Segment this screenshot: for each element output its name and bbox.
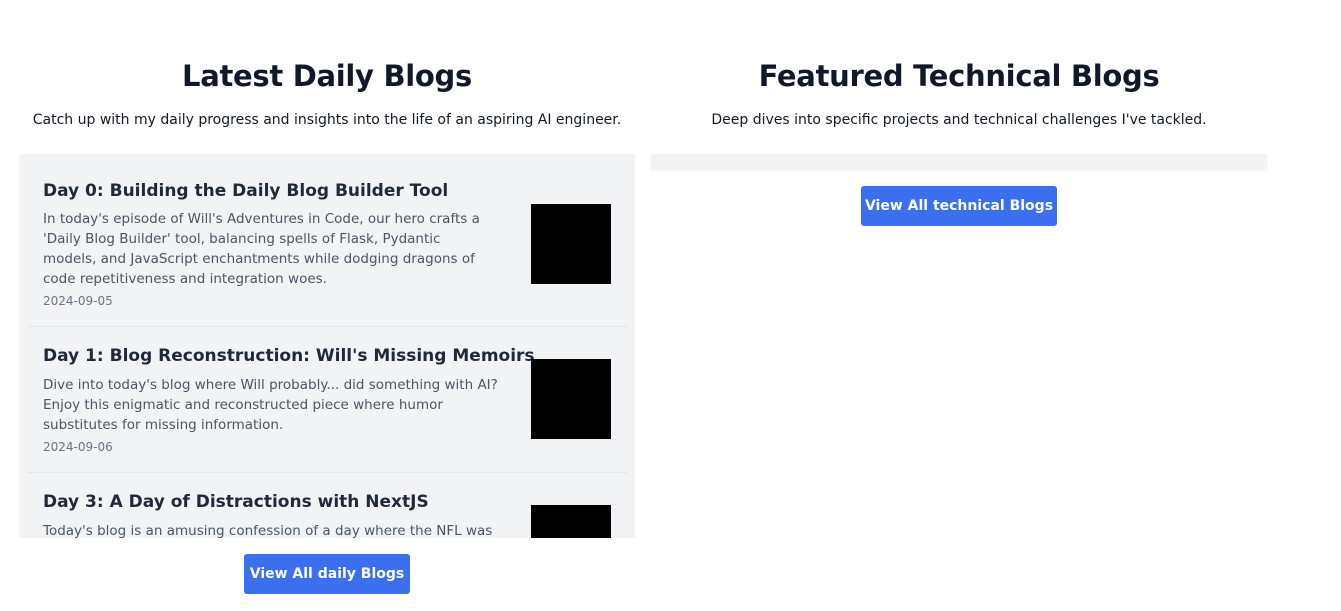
blog-post-thumbnail[interactable] xyxy=(531,505,611,538)
blog-post-summary: Today's blog is an amusing confession of… xyxy=(43,523,493,538)
blog-post-title[interactable]: Day 0: Building the Daily Blog Builder T… xyxy=(43,179,513,203)
blog-post-thumbnail[interactable] xyxy=(531,359,611,439)
daily-blogs-title: Latest Daily Blogs xyxy=(182,59,472,93)
blog-post-card[interactable]: Day 0: Building the Daily Blog Builder T… xyxy=(27,154,627,327)
technical-blogs-title: Featured Technical Blogs xyxy=(758,59,1160,93)
blog-post-title[interactable]: Day 1: Blog Reconstruction: Will's Missi… xyxy=(43,344,535,368)
blog-post-summary: Dive into today's blog where Will probab… xyxy=(43,377,498,433)
daily-blogs-list[interactable]: Day 0: Building the Daily Blog Builder T… xyxy=(19,154,635,538)
blog-post-thumbnail[interactable] xyxy=(531,204,611,284)
view-all-daily-blogs-button[interactable]: View All daily Blogs xyxy=(244,554,410,594)
daily-blogs-subtitle: Catch up with my daily progress and insi… xyxy=(32,112,622,128)
blog-post-summary: In today's episode of Will's Adventures … xyxy=(43,211,480,287)
blog-post-title[interactable]: Day 3: A Day of Distractions with NextJS xyxy=(43,490,513,514)
blog-post-card[interactable]: Day 1: Blog Reconstruction: Will's Missi… xyxy=(27,327,627,473)
blog-post-card[interactable]: Day 3: A Day of Distractions with NextJS… xyxy=(27,473,627,538)
technical-blogs-list xyxy=(651,154,1267,170)
blog-post-date: 2024-09-05 xyxy=(43,294,113,308)
blog-post-date: 2024-09-06 xyxy=(43,440,113,454)
technical-blogs-subtitle: Deep dives into specific projects and te… xyxy=(711,112,1207,128)
view-all-technical-blogs-button[interactable]: View All technical Blogs xyxy=(861,186,1057,226)
